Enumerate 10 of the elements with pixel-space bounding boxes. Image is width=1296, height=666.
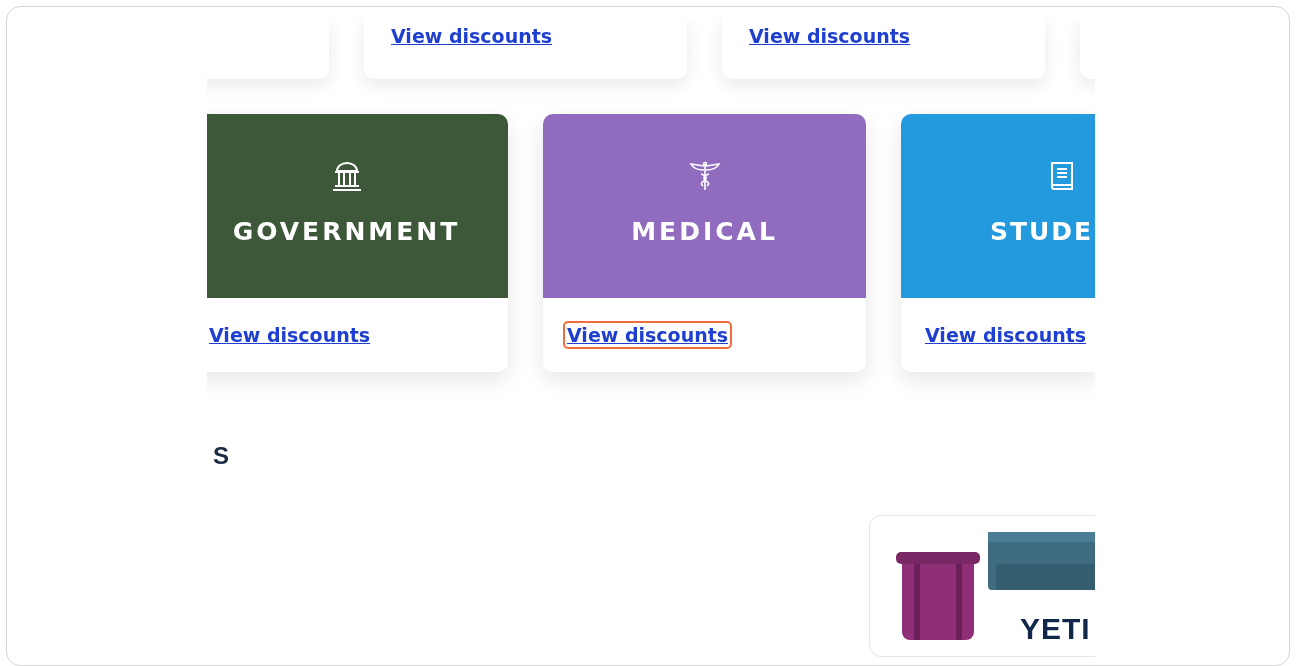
view-discounts-link[interactable]: View discounts [921, 321, 1091, 349]
category-title: GOVERNMENT [232, 217, 461, 246]
section-heading: S [213, 442, 229, 470]
view-discounts-link[interactable]: View discounts [745, 22, 915, 50]
brand-name: YETI [1020, 612, 1091, 646]
view-discounts-link[interactable]: View discounts [387, 22, 557, 50]
view-discounts-link[interactable]: View discounts [563, 321, 733, 349]
category-title: MEDICAL [631, 217, 778, 246]
view-discounts-link[interactable]: View discounts [207, 321, 375, 349]
category-title: STUDE [990, 217, 1094, 246]
